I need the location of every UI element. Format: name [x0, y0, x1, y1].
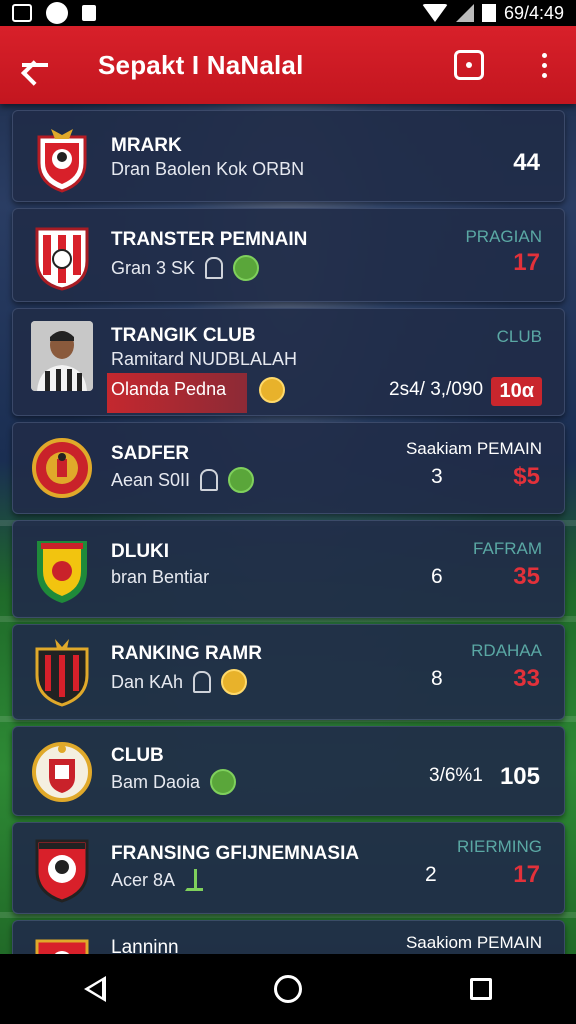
row-subtitle: Acer 8A — [111, 869, 204, 891]
navigation-bar — [0, 954, 576, 1024]
club-crest-icon — [31, 535, 93, 605]
app-bar: Sepakt I NaNalal — [0, 26, 576, 104]
club-crest-icon — [31, 737, 93, 807]
highlight-text: Olanda Pedna — [111, 379, 227, 399]
row-score: 44 — [513, 149, 540, 176]
row-title: DLUKI — [111, 541, 170, 562]
row-subtitle: Gran 3 SK — [111, 255, 260, 281]
player-icon — [193, 671, 212, 693]
row-label: Saakiom PEMAIN — [405, 933, 542, 952]
row-score: 17 — [513, 861, 540, 888]
row-subtitle: bran Bentiar — [111, 567, 210, 587]
row-count: 6 — [431, 565, 443, 588]
club-crest-icon — [31, 433, 93, 503]
green-badge-icon — [228, 467, 255, 493]
list-item[interactable]: FRANSING GFIJNEMNASIA Acer 8A RIERMING 2… — [12, 822, 565, 914]
list-item[interactable]: CLUB Bam Daoia 3/6%1 105 — [12, 726, 565, 816]
nav-back-icon[interactable] — [84, 976, 106, 1002]
row-score: $5 — [513, 463, 540, 490]
status-bar: 69/4:49 — [0, 0, 576, 26]
lock-icon — [82, 5, 96, 21]
row-subtitle: Bam Daoia — [111, 769, 237, 795]
list-item[interactable]: MRARK Dran Baolen Kok ORBN 44 — [12, 110, 565, 202]
row-title: Lanninn — [111, 937, 179, 954]
row-count: 3/6%1 — [429, 765, 483, 786]
row-stats: 2s4/ 3,/090 — [389, 379, 484, 400]
list-item[interactable]: RANKING RAMR Dan KAh RDAHAA 8 33 — [12, 624, 565, 720]
row-label: PRAGIAN — [465, 227, 542, 246]
row-label: FAFRAM — [473, 539, 542, 558]
list-item[interactable]: TRANSTER PEMNAIN Gran 3 SK PRAGIAN 17 — [12, 208, 565, 302]
list-item[interactable]: TRANGIK CLUB Ramitard NUDBLALAH CLUB Ola… — [12, 308, 565, 416]
player-icon — [205, 257, 224, 279]
row-label: CLUB — [496, 327, 542, 346]
club-crest-icon — [31, 833, 93, 903]
green-badge-icon — [210, 769, 237, 795]
row-subtitle: Aean S0II — [111, 467, 255, 493]
gold-badge-icon — [221, 669, 248, 695]
signal-icon — [455, 4, 474, 22]
row-subtitle: Dran Baolen Kok ORBN — [111, 159, 305, 179]
club-list: MRARK Dran Baolen Kok ORBN 44 TRANSTER P… — [0, 104, 576, 954]
green-badge-icon — [233, 255, 260, 281]
arrow-left-icon — [22, 63, 48, 67]
row-title: TRANSTER PEMNAIN — [111, 229, 308, 250]
more-vertical-icon — [541, 52, 547, 58]
list-item[interactable]: DLUKI bran Bentiar FAFRAM 6 35 — [12, 520, 565, 618]
row-score: 35 — [513, 563, 540, 590]
row-label: Saakiam PEMAIN — [405, 439, 542, 458]
row-title: MRARK — [111, 135, 182, 156]
wifi-icon — [421, 4, 448, 22]
row-subtitle: Dan KAh — [111, 669, 248, 695]
row-subtitle: Ramitard NUDBLALAH — [111, 349, 298, 369]
row-count: 8 — [431, 667, 443, 690]
row-score: 33 — [513, 665, 540, 692]
back-button[interactable] — [0, 26, 70, 104]
row-score: 10α — [491, 377, 542, 406]
row-label: RDAHAA — [471, 641, 542, 660]
row-score: 105 — [499, 763, 540, 790]
row-title: TRANGIK CLUB — [111, 325, 256, 346]
row-count: 3 — [431, 465, 443, 488]
gold-badge-icon — [259, 377, 285, 403]
club-crest-icon — [31, 931, 93, 954]
nav-recents-icon[interactable] — [470, 978, 492, 1000]
list-item[interactable]: Lanninn Saakiom PEMAIN — [12, 920, 565, 954]
square-action-icon — [466, 62, 472, 68]
notification-circle-icon — [46, 2, 68, 24]
row-label: RIERMING — [457, 837, 542, 856]
row-title: RANKING RAMR — [111, 643, 262, 664]
more-options-button[interactable] — [524, 35, 564, 95]
player-photo — [31, 321, 93, 391]
row-title: SADFER — [111, 443, 190, 464]
list-item[interactable]: SADFER Aean S0II Saakiam PEMAIN 3 $5 — [12, 422, 565, 514]
row-title: CLUB — [111, 745, 164, 766]
row-score: 17 — [513, 249, 540, 276]
gallery-icon — [12, 4, 32, 22]
page-title: Sepakt I NaNalal — [98, 49, 304, 80]
club-crest-icon — [31, 637, 93, 707]
row-title: FRANSING GFIJNEMNASIA — [111, 843, 360, 864]
status-time: 69/4:49 — [503, 2, 564, 23]
club-crest-icon — [31, 123, 93, 193]
battery-icon — [481, 4, 496, 22]
row-count: 2 — [425, 863, 437, 886]
club-crest-icon — [31, 221, 93, 291]
nav-home-icon[interactable] — [274, 975, 302, 1003]
square-action-button[interactable] — [454, 50, 484, 80]
anchor-icon — [185, 869, 204, 891]
player-icon — [200, 469, 219, 491]
